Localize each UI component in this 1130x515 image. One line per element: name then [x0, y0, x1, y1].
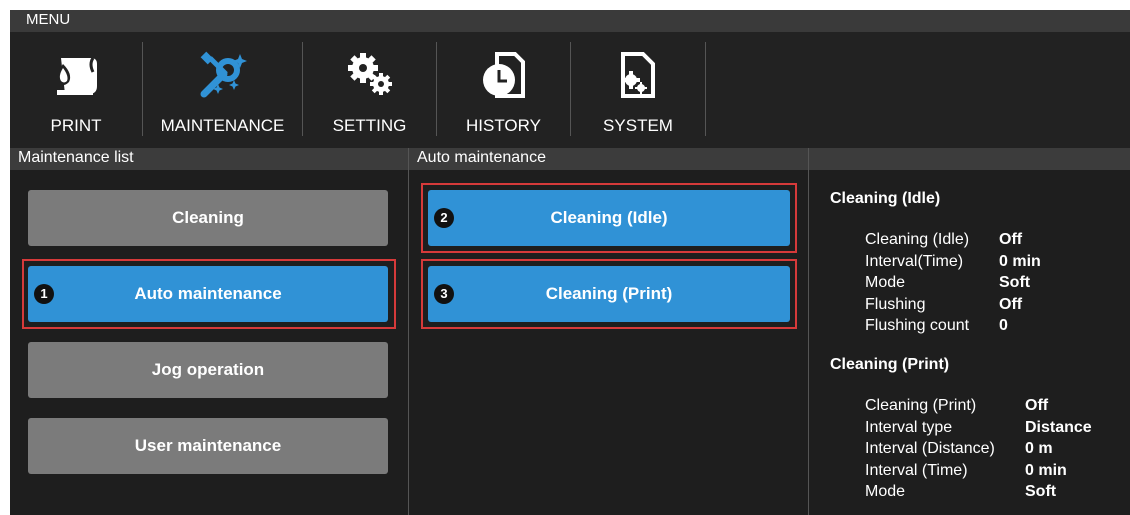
- cleaning-button[interactable]: Cleaning: [28, 190, 388, 246]
- maintenance-icon: [196, 50, 250, 100]
- idle-info-key: Cleaning (Idle): [865, 231, 970, 248]
- print-info-key: Mode: [865, 483, 906, 500]
- idle-info-title: Cleaning (Idle): [830, 190, 941, 207]
- user-maintenance-label: User maintenance: [134, 436, 282, 455]
- auto-maintenance-button[interactable]: 1 Auto maintenance: [28, 266, 388, 322]
- system-label: SYSTEM: [603, 116, 673, 135]
- idle-info-key: Mode: [865, 274, 906, 291]
- print-info-list: Cleaning (Print) Off Interval type Dista…: [865, 395, 1125, 505]
- idle-info-key: Flushing count: [865, 317, 970, 334]
- maintenance-label: MAINTENANCE: [160, 116, 285, 135]
- toolbar-divider: [705, 42, 706, 136]
- marker-3-badge: 3: [434, 284, 454, 304]
- idle-info-value: Off: [999, 295, 1023, 313]
- maintenance-list-title: Maintenance list: [18, 149, 134, 166]
- print-info-key: Interval (Distance): [865, 440, 995, 457]
- cleaning-idle-button[interactable]: 2 Cleaning (Idle): [428, 190, 790, 246]
- idle-info-key: Interval(Time): [865, 252, 964, 270]
- print-info-value: Soft: [1025, 483, 1057, 500]
- print-info-value: 0 min: [1025, 461, 1067, 479]
- history-icon: [477, 50, 531, 100]
- print-label: PRINT: [50, 116, 102, 135]
- marker-1-badge: 1: [34, 284, 54, 304]
- menu-title: MENU: [26, 11, 71, 28]
- idle-info-value: Soft: [999, 274, 1031, 291]
- print-info-key: Cleaning (Print): [865, 397, 977, 414]
- jog-operation-button[interactable]: Jog operation: [28, 342, 388, 398]
- idle-info-value: 0: [999, 317, 1008, 334]
- idle-info-value: 0 min: [999, 252, 1041, 270]
- setting-icon: [343, 50, 397, 100]
- column-divider: [808, 148, 809, 515]
- jog-operation-label: Jog operation: [151, 360, 265, 379]
- maintenance-button[interactable]: MAINTENANCE: [143, 32, 302, 148]
- history-label: HISTORY: [466, 116, 541, 135]
- cleaning-label: Cleaning: [172, 208, 244, 227]
- auto-maintenance-label: Auto maintenance: [134, 284, 282, 303]
- cleaning-print-label: Cleaning (Print): [545, 284, 673, 303]
- system-icon: [611, 50, 665, 100]
- info-header: [809, 148, 1130, 170]
- print-info-value: Distance: [1025, 418, 1092, 436]
- marker-2-badge: 2: [434, 208, 454, 228]
- system-button[interactable]: SYSTEM: [571, 32, 705, 148]
- idle-info-value: Off: [999, 231, 1023, 248]
- auto-maintenance-header: Auto maintenance: [409, 148, 808, 170]
- setting-button[interactable]: SETTING: [303, 32, 436, 148]
- print-info-value: Off: [1025, 397, 1049, 414]
- print-info-key: Interval (Time): [865, 461, 968, 479]
- print-button[interactable]: PRINT: [10, 32, 142, 148]
- main-toolbar: PRINT MAINTENANCE SETTING HISTORY SYSTEM: [10, 32, 1130, 148]
- user-maintenance-button[interactable]: User maintenance: [28, 418, 388, 474]
- setting-label: SETTING: [332, 116, 407, 135]
- idle-info-key: Flushing: [865, 295, 926, 313]
- app-window: MENU PRINT MAINTENANCE SETTING HISTORY S…: [10, 10, 1130, 515]
- print-info-title: Cleaning (Print): [830, 356, 950, 373]
- print-info-key: Interval type: [865, 418, 953, 436]
- cleaning-idle-label: Cleaning (Idle): [550, 208, 668, 227]
- auto-maintenance-title: Auto maintenance: [417, 149, 546, 166]
- menu-header: MENU: [10, 10, 1130, 32]
- maintenance-list-header: Maintenance list: [10, 148, 408, 170]
- column-divider: [408, 148, 409, 515]
- history-button[interactable]: HISTORY: [437, 32, 570, 148]
- print-info-value: 0 m: [1025, 440, 1053, 457]
- print-icon: [49, 50, 103, 100]
- idle-info-list: Cleaning (Idle) Off Interval(Time) 0 min…: [865, 229, 1125, 339]
- cleaning-print-button[interactable]: 3 Cleaning (Print): [428, 266, 790, 322]
